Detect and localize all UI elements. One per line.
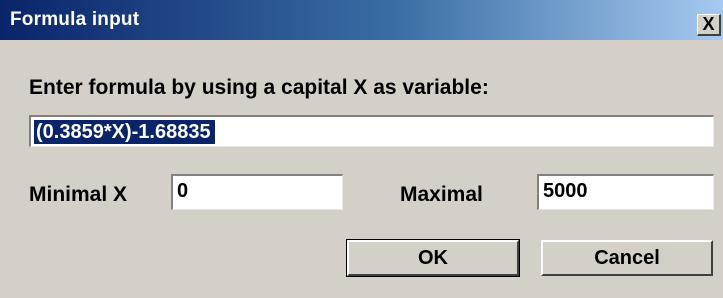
minimal-x-input[interactable]: 0 [171,174,343,210]
cancel-button[interactable]: Cancel [541,240,713,276]
formula-prompt-label: Enter formula by using a capital X as va… [29,76,489,99]
close-button[interactable]: X [697,14,721,36]
title-bar[interactable]: Formula input X [0,0,723,40]
minimal-x-label: Minimal X [29,183,128,206]
formula-input[interactable]: (0.3859*X)-1.68835 [29,115,714,147]
maximal-label: Maximal [400,183,483,206]
close-icon: X [702,14,715,34]
maximal-input[interactable]: 5000 [537,174,714,210]
formula-input-dialog: Formula input X Enter formula by using a… [0,0,723,298]
ok-button[interactable]: OK [346,239,520,277]
formula-selected-text[interactable]: (0.3859*X)-1.68835 [34,120,215,144]
dialog-body: Enter formula by using a capital X as va… [0,40,723,298]
dialog-title: Formula input [10,9,140,30]
